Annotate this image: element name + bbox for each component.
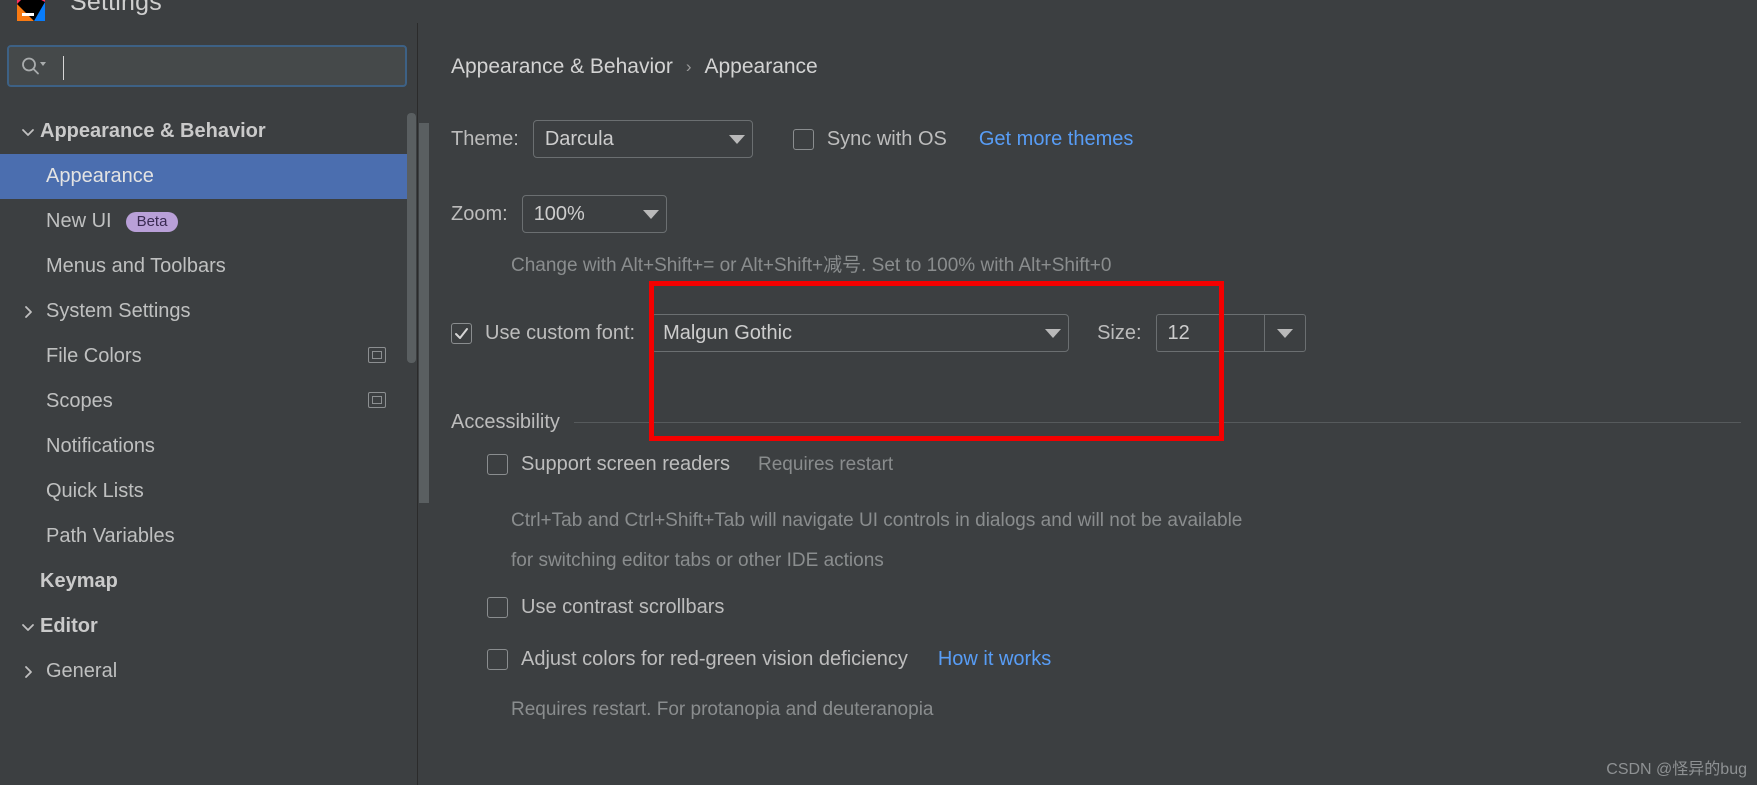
title-bar: Settings bbox=[0, 0, 1757, 22]
sidebar-item-path-variables[interactable]: Path Variables bbox=[0, 514, 412, 559]
zoom-row: Zoom: 100% bbox=[451, 195, 667, 233]
screen-readers-hint-line-1: Ctrl+Tab and Ctrl+Shift+Tab will navigat… bbox=[511, 510, 1243, 531]
chevron-down-icon[interactable] bbox=[16, 109, 40, 154]
sidebar-item-appearance[interactable]: Appearance bbox=[0, 154, 412, 199]
use-custom-font-label: Use custom font: bbox=[485, 321, 636, 344]
requires-restart-note: Requires restart bbox=[758, 453, 894, 475]
protanopia-note: Requires restart. For protanopia and deu… bbox=[511, 699, 934, 720]
sidebar-item-label: General bbox=[46, 660, 118, 682]
zoom-hint-text: Change with Alt+Shift+= or Alt+Shift+减号.… bbox=[511, 255, 1112, 276]
custom-font-select[interactable]: Malgun Gothic bbox=[651, 314, 1070, 352]
screen-readers-hint-line-2: for switching editor tabs or other IDE a… bbox=[511, 550, 884, 571]
copy-icon bbox=[368, 392, 386, 408]
section-divider bbox=[573, 422, 1741, 423]
search-text-caret bbox=[63, 56, 64, 80]
settings-search-box[interactable] bbox=[7, 45, 407, 87]
accessibility-section-title: Accessibility bbox=[451, 411, 560, 433]
chevron-right-icon[interactable] bbox=[16, 649, 40, 694]
adjust-colors-row: Adjust colors for red-green vision defic… bbox=[487, 648, 1051, 671]
sidebar-item-editor[interactable]: Editor bbox=[0, 604, 412, 649]
sidebar-item-general[interactable]: General bbox=[0, 649, 412, 694]
sidebar-item-menus-and-toolbars[interactable]: Menus and Toolbars bbox=[0, 244, 412, 289]
theme-select[interactable]: Darcula bbox=[532, 120, 753, 158]
sidebar-item-label: New UI bbox=[46, 210, 112, 232]
zoom-select-value: 100% bbox=[533, 202, 585, 225]
sidebar-item-scopes[interactable]: Scopes bbox=[0, 379, 412, 424]
breadcrumb: Appearance & Behavior › Appearance bbox=[451, 55, 818, 79]
font-size-stepper[interactable]: 12 bbox=[1155, 314, 1306, 352]
adjust-colors-checkbox[interactable] bbox=[487, 649, 508, 670]
watermark-text: CSDN @怪异的bug bbox=[1606, 761, 1747, 778]
settings-sidebar: Appearance & Behavior Appearance New UI … bbox=[0, 23, 418, 785]
theme-row: Theme: Darcula Sync with OS Get more the… bbox=[451, 120, 1133, 158]
sidebar-item-label: Scopes bbox=[46, 390, 113, 412]
settings-dialog: Settings Appearance & Behavior Appearanc… bbox=[0, 0, 1757, 785]
copy-icon bbox=[368, 347, 386, 363]
sidebar-item-label: Menus and Toolbars bbox=[46, 255, 226, 277]
theme-label: Theme: bbox=[451, 127, 519, 150]
status-badge-beta: Beta bbox=[125, 211, 179, 232]
breadcrumb-current: Appearance bbox=[704, 55, 818, 78]
chevron-down-icon[interactable] bbox=[16, 604, 40, 649]
support-screen-readers-label: Support screen readers bbox=[521, 453, 731, 475]
custom-font-select-value: Malgun Gothic bbox=[663, 321, 793, 344]
support-screen-readers-checkbox[interactable] bbox=[487, 454, 508, 475]
sidebar-item-label: Appearance & Behavior bbox=[40, 120, 266, 142]
sidebar-item-keymap[interactable]: Keymap bbox=[0, 559, 412, 604]
adjust-colors-label: Adjust colors for red-green vision defic… bbox=[521, 648, 908, 670]
appearance-settings-panel: Appearance & Behavior › Appearance Theme… bbox=[419, 23, 1757, 785]
sidebar-item-file-colors[interactable]: File Colors bbox=[0, 334, 412, 379]
sidebar-item-label: Keymap bbox=[40, 570, 118, 592]
support-screen-readers-row: Support screen readers Requires restart bbox=[487, 453, 893, 476]
sync-with-os-label: Sync with OS bbox=[826, 127, 947, 150]
font-size-label: Size: bbox=[1097, 321, 1142, 344]
sidebar-item-label: File Colors bbox=[46, 345, 142, 367]
sidebar-item-label: System Settings bbox=[46, 300, 191, 322]
sidebar-scrollbar-thumb[interactable] bbox=[407, 113, 416, 363]
use-custom-font-row: Use custom font: Malgun Gothic Size: 12 bbox=[451, 314, 1306, 352]
how-it-works-link[interactable]: How it works bbox=[938, 648, 1051, 671]
search-input[interactable] bbox=[54, 51, 405, 81]
chevron-down-icon bbox=[1038, 315, 1068, 351]
theme-select-value: Darcula bbox=[544, 127, 614, 150]
breadcrumb-parent[interactable]: Appearance & Behavior bbox=[451, 55, 673, 79]
sidebar-item-label: Notifications bbox=[46, 435, 155, 457]
use-contrast-scrollbars-row: Use contrast scrollbars bbox=[487, 596, 724, 619]
use-contrast-scrollbars-checkbox[interactable] bbox=[487, 597, 508, 618]
use-contrast-scrollbars-label: Use contrast scrollbars bbox=[521, 596, 725, 618]
sidebar-item-label: Quick Lists bbox=[46, 480, 144, 502]
chevron-down-icon bbox=[722, 121, 752, 157]
content-scrollbar-thumb[interactable] bbox=[419, 123, 429, 503]
sync-with-os-checkbox[interactable] bbox=[792, 128, 814, 150]
font-size-stepper-spacer bbox=[1227, 314, 1264, 352]
font-size-value[interactable]: 12 bbox=[1155, 314, 1228, 352]
sidebar-item-label: Path Variables bbox=[46, 525, 175, 547]
chevron-right-icon[interactable] bbox=[16, 289, 40, 334]
sidebar-item-label: Appearance bbox=[46, 165, 154, 187]
zoom-label: Zoom: bbox=[451, 202, 508, 225]
accessibility-section-header: Accessibility bbox=[451, 411, 1741, 434]
window-title: Settings bbox=[70, 0, 162, 16]
use-custom-font-checkbox[interactable] bbox=[451, 322, 472, 344]
sidebar-item-quick-lists[interactable]: Quick Lists bbox=[0, 469, 412, 514]
settings-tree: Appearance & Behavior Appearance New UI … bbox=[0, 109, 412, 785]
zoom-select[interactable]: 100% bbox=[521, 195, 667, 233]
font-size-dropdown-button[interactable] bbox=[1263, 314, 1306, 352]
sidebar-item-system-settings[interactable]: System Settings bbox=[0, 289, 412, 334]
sidebar-item-label: Editor bbox=[40, 615, 98, 637]
chevron-right-icon: › bbox=[685, 57, 692, 76]
sidebar-item-appearance-and-behavior[interactable]: Appearance & Behavior bbox=[0, 109, 412, 154]
sidebar-item-new-ui[interactable]: New UI Beta bbox=[0, 199, 412, 244]
search-icon bbox=[20, 55, 46, 77]
intellij-idea-logo-icon bbox=[14, 0, 48, 22]
sidebar-item-notifications[interactable]: Notifications bbox=[0, 424, 412, 469]
get-more-themes-link[interactable]: Get more themes bbox=[979, 128, 1134, 151]
chevron-down-icon bbox=[636, 196, 666, 232]
